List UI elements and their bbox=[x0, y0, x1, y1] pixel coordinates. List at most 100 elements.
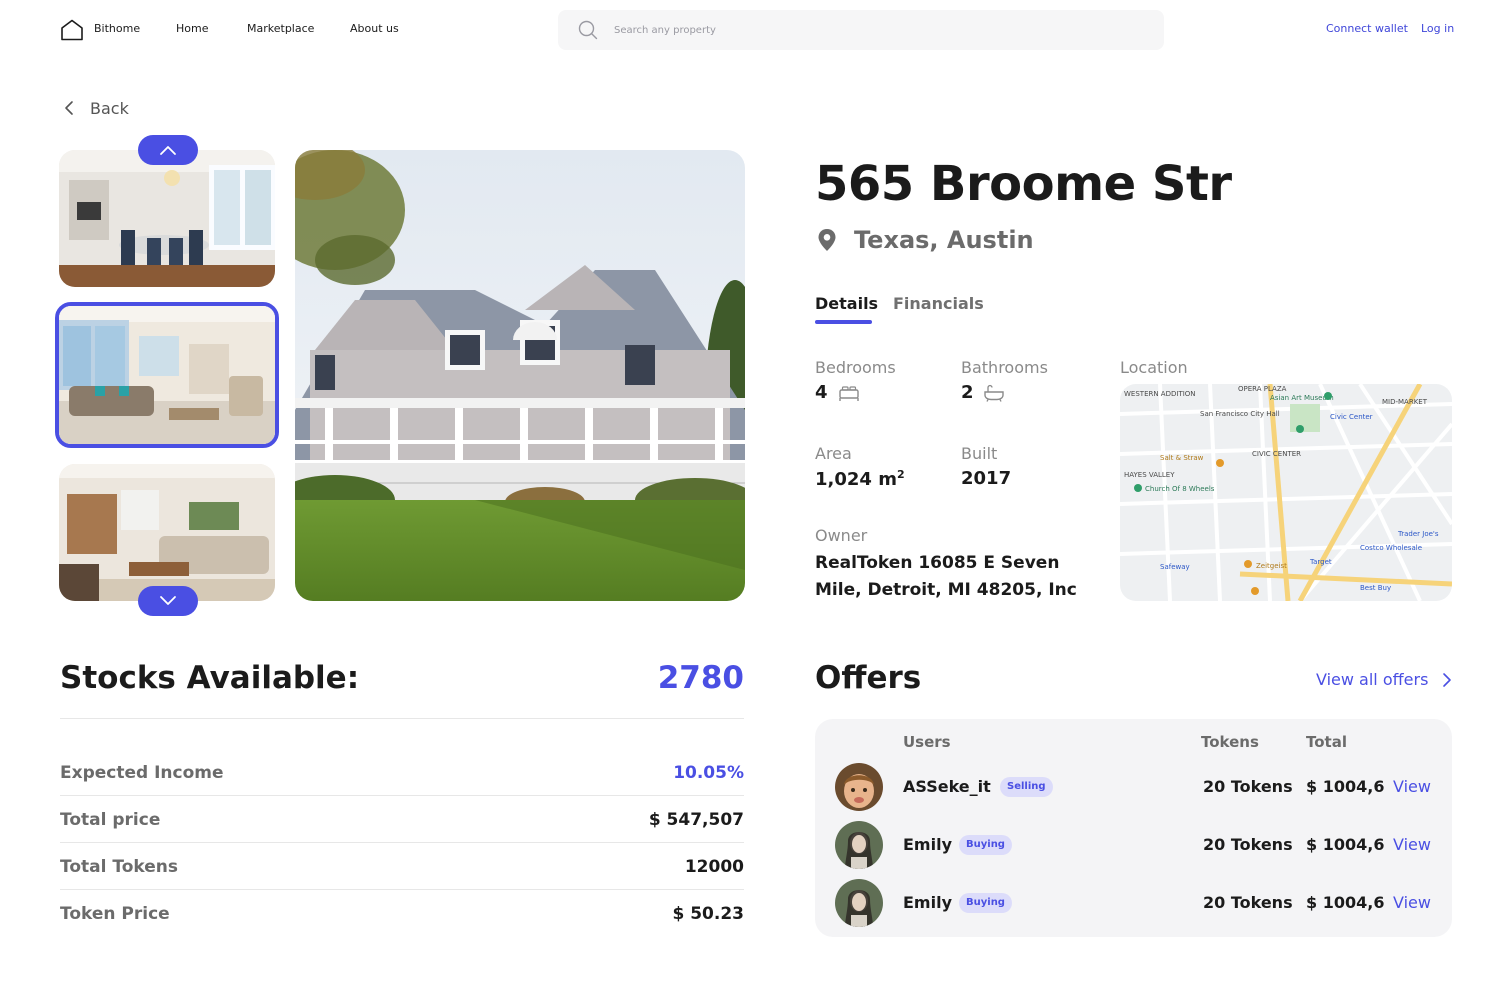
avatar[interactable] bbox=[835, 879, 883, 927]
offer-username: Emily bbox=[903, 835, 952, 854]
built-label: Built bbox=[961, 444, 998, 463]
nav-link-marketplace[interactable]: Marketplace bbox=[247, 22, 314, 35]
brand-name[interactable]: Bithome bbox=[94, 22, 140, 35]
back-label: Back bbox=[90, 98, 129, 118]
table-row: Emily Buying 20 Tokens $ 1004,6 View bbox=[815, 877, 1452, 929]
login-link[interactable]: Log in bbox=[1421, 22, 1454, 35]
location-map[interactable]: WESTERN ADDITION OPERA PLAZA MID-MARKET … bbox=[1120, 384, 1452, 601]
bathrooms-label: Bathrooms bbox=[961, 358, 1048, 377]
expected-income-label: Expected Income bbox=[60, 763, 224, 783]
svg-text:Best Buy: Best Buy bbox=[1360, 584, 1391, 592]
location-pin-icon bbox=[818, 229, 836, 251]
property-location: Texas, Austin bbox=[854, 226, 1034, 254]
owner-label: Owner bbox=[815, 526, 868, 545]
offer-tokens: 20 Tokens bbox=[1203, 893, 1293, 912]
owner-value: RealToken 16085 E Seven Mile, Detroit, M… bbox=[815, 553, 1077, 600]
financial-row: Total price $ 547,507 bbox=[60, 796, 744, 843]
main-house-photo bbox=[295, 150, 745, 601]
total-price-value: $ 547,507 bbox=[648, 810, 744, 830]
status-badge: Buying bbox=[959, 835, 1012, 855]
thumbnail-lounge[interactable] bbox=[59, 464, 275, 601]
chevron-left-icon bbox=[65, 101, 73, 115]
chevron-down-icon bbox=[160, 596, 176, 605]
nav-link-home[interactable]: Home bbox=[176, 22, 208, 35]
svg-text:Costco Wholesale: Costco Wholesale bbox=[1360, 544, 1422, 552]
thumbnail-living-room-selected[interactable] bbox=[55, 302, 279, 448]
total-price-label: Total price bbox=[60, 810, 161, 830]
svg-text:OPERA PLAZA: OPERA PLAZA bbox=[1238, 385, 1287, 393]
svg-text:San Francisco City Hall: San Francisco City Hall bbox=[1200, 410, 1280, 418]
svg-text:HAYES VALLEY: HAYES VALLEY bbox=[1124, 471, 1175, 479]
offer-total: $ 1004,6 bbox=[1306, 893, 1385, 912]
search-bar[interactable] bbox=[558, 10, 1164, 50]
financial-row: Total Tokens 12000 bbox=[60, 843, 744, 890]
offer-total: $ 1004,6 bbox=[1306, 777, 1385, 796]
offer-tokens: 20 Tokens bbox=[1203, 777, 1293, 796]
thumbnails-down-button[interactable] bbox=[138, 586, 198, 616]
offer-tokens: 20 Tokens bbox=[1203, 835, 1293, 854]
status-badge: Buying bbox=[959, 893, 1012, 913]
top-nav: Bithome Home Marketplace About us Connec… bbox=[0, 0, 1512, 60]
property-title: 565 Broome Str bbox=[815, 156, 1232, 212]
search-icon bbox=[578, 20, 598, 40]
chevron-up-icon bbox=[160, 146, 176, 155]
location-label: Location bbox=[1120, 358, 1188, 377]
svg-text:Trader Joe's: Trader Joe's bbox=[1397, 530, 1439, 538]
tab-details[interactable]: Details bbox=[815, 294, 878, 313]
svg-text:Civic Center: Civic Center bbox=[1330, 413, 1373, 421]
view-all-offers-label: View all offers bbox=[1316, 670, 1429, 689]
column-header-users: Users bbox=[903, 733, 951, 751]
bedrooms-value: 4 bbox=[815, 382, 828, 403]
table-row: ASSeke_it Selling 20 Tokens $ 1004,6 Vie… bbox=[815, 761, 1452, 813]
token-price-value: $ 50.23 bbox=[672, 904, 744, 924]
offers-table: Users Tokens Total ASSeke_it Selling 20 … bbox=[815, 719, 1452, 937]
chevron-right-icon bbox=[1443, 672, 1452, 687]
svg-text:Target: Target bbox=[1309, 558, 1332, 566]
avatar[interactable] bbox=[835, 763, 883, 811]
token-price-label: Token Price bbox=[60, 904, 170, 924]
bathrooms-value: 2 bbox=[961, 382, 974, 403]
area-label: Area bbox=[815, 444, 852, 463]
expected-income-value: 10.05% bbox=[673, 763, 744, 783]
tab-financials[interactable]: Financials bbox=[893, 294, 984, 313]
svg-text:Salt & Straw: Salt & Straw bbox=[1160, 454, 1204, 462]
offers-title: Offers bbox=[815, 660, 922, 696]
total-tokens-label: Total Tokens bbox=[60, 857, 178, 877]
offer-total: $ 1004,6 bbox=[1306, 835, 1385, 854]
column-header-tokens: Tokens bbox=[1201, 733, 1259, 751]
thumbnail-dining-room[interactable] bbox=[59, 150, 275, 287]
financial-row: Token Price $ 50.23 bbox=[60, 890, 744, 937]
search-input[interactable] bbox=[614, 20, 1134, 40]
status-badge: Selling bbox=[1000, 777, 1053, 797]
avatar[interactable] bbox=[835, 821, 883, 869]
active-tab-indicator bbox=[815, 320, 872, 324]
svg-text:Safeway: Safeway bbox=[1160, 563, 1190, 571]
built-value: 2017 bbox=[961, 468, 1012, 489]
thumbnails-up-button[interactable] bbox=[138, 135, 198, 165]
nav-link-about[interactable]: About us bbox=[350, 22, 399, 35]
svg-text:CIVIC CENTER: CIVIC CENTER bbox=[1252, 450, 1301, 458]
view-offer-link[interactable]: View bbox=[1393, 777, 1431, 796]
back-button[interactable]: Back bbox=[62, 98, 129, 118]
svg-text:Church Of 8 Wheels: Church Of 8 Wheels bbox=[1145, 485, 1215, 493]
financial-row: Expected Income 10.05% bbox=[60, 749, 744, 796]
connect-wallet-link[interactable]: Connect wallet bbox=[1326, 22, 1408, 35]
stocks-divider bbox=[60, 718, 744, 719]
svg-text:WESTERN ADDITION: WESTERN ADDITION bbox=[1124, 390, 1196, 398]
svg-text:MID-MARKET: MID-MARKET bbox=[1382, 398, 1428, 406]
bed-icon bbox=[839, 386, 859, 401]
view-offer-link[interactable]: View bbox=[1393, 835, 1431, 854]
offer-username: Emily bbox=[903, 893, 952, 912]
table-row: Emily Buying 20 Tokens $ 1004,6 View bbox=[815, 819, 1452, 871]
bedrooms-label: Bedrooms bbox=[815, 358, 896, 377]
view-offer-link[interactable]: View bbox=[1393, 893, 1431, 912]
area-value: 1,024 m2 bbox=[815, 468, 905, 490]
stocks-available-value: 2780 bbox=[657, 660, 744, 696]
bathtub-icon bbox=[984, 384, 1004, 402]
column-header-total: Total bbox=[1306, 733, 1347, 751]
view-all-offers-link[interactable]: View all offers bbox=[1316, 670, 1452, 689]
svg-text:Zeitgeist: Zeitgeist bbox=[1256, 562, 1287, 570]
total-tokens-value: 12000 bbox=[684, 857, 744, 877]
home-logo-icon[interactable] bbox=[60, 19, 84, 41]
stocks-available-label: Stocks Available: bbox=[60, 660, 360, 696]
